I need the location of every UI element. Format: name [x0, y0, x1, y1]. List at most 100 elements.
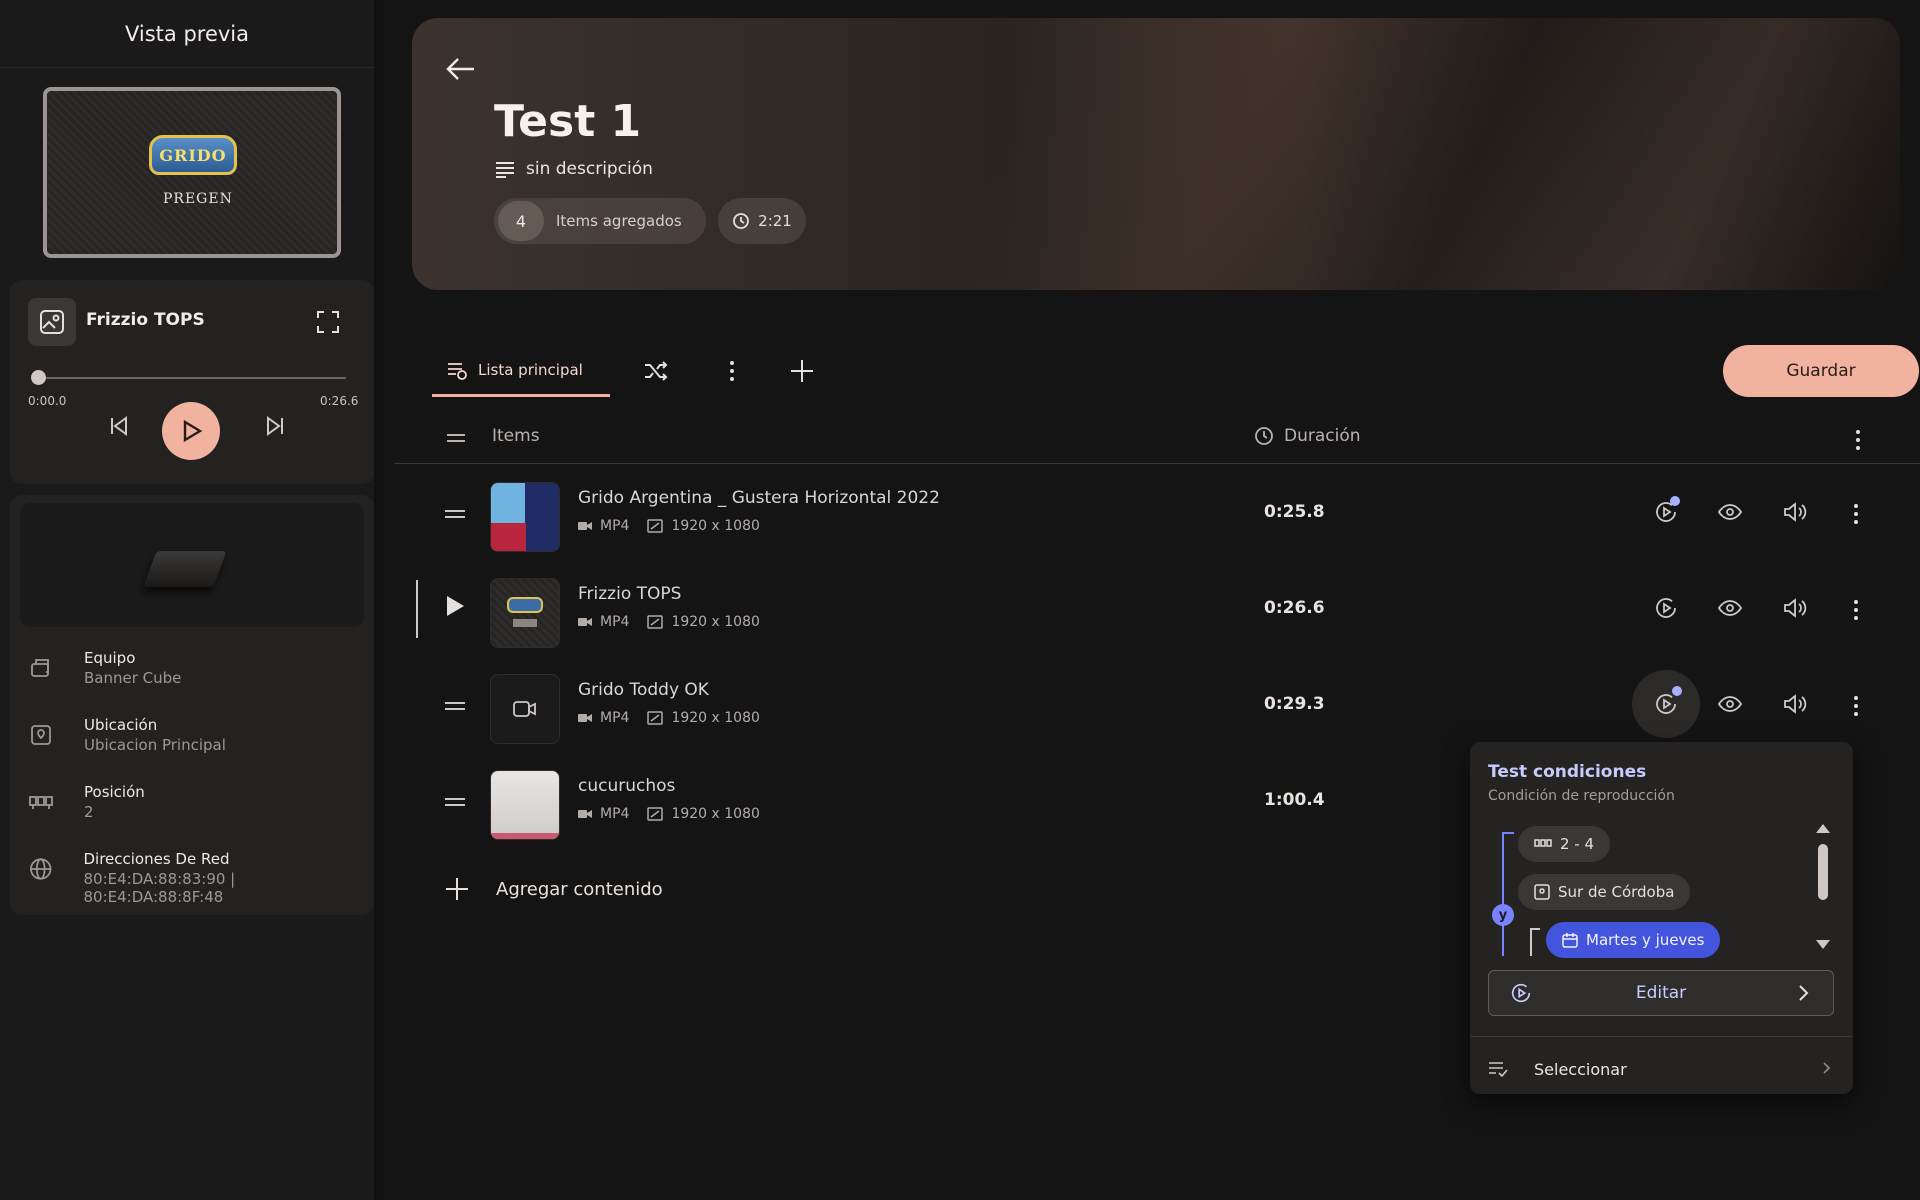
volume-icon[interactable] [1774, 684, 1814, 724]
more-vertical-icon[interactable] [1844, 426, 1872, 458]
row-resolution: 1920 x 1080 [671, 710, 760, 726]
description-row: sin descripción [494, 158, 653, 180]
visibility-eye-icon[interactable] [1710, 684, 1750, 724]
column-duration-label: Duración [1284, 426, 1361, 446]
video-placeholder-icon [513, 701, 536, 717]
scroll-down-icon[interactable] [1816, 940, 1830, 949]
playlist-icon [448, 362, 467, 380]
grido-logo-sub: PREGEN [163, 191, 233, 207]
preview-screen: GRIDO PREGEN [43, 87, 341, 258]
time-end: 0:26.6 [320, 394, 359, 408]
player-title: Frizzio TOPS [86, 310, 205, 330]
popup-title: Test condiciones [1488, 762, 1647, 782]
play-icon [183, 419, 203, 443]
progress-knob[interactable] [31, 370, 46, 385]
condition-chip-schedule[interactable]: Martes y jueves [1546, 922, 1721, 958]
row-meta: MP4 1920 x 1080 [578, 806, 760, 822]
conditions-icon [1509, 981, 1533, 1010]
items-count: 4 [498, 201, 544, 241]
visibility-eye-icon[interactable] [1710, 492, 1750, 532]
conditions-icon[interactable] [1632, 670, 1700, 738]
description-icon [496, 162, 514, 178]
row-actions [1646, 492, 1814, 532]
drag-handle-icon[interactable] [444, 698, 466, 717]
add-tab-icon[interactable] [788, 357, 816, 389]
sub-condition-bracket [1530, 928, 1540, 956]
row-title: cucuruchos [578, 776, 676, 796]
shuffle-icon[interactable] [642, 357, 670, 389]
row-more-icon[interactable] [1842, 596, 1870, 628]
tab-main-list[interactable]: Lista principal [432, 345, 610, 397]
chevron-right-icon [1818, 1060, 1834, 1080]
row-duration: 0:29.3 [1264, 694, 1325, 714]
scroll-up-icon[interactable] [1816, 824, 1830, 833]
map-icon [31, 725, 51, 745]
tab-main-label: Lista principal [478, 360, 583, 379]
next-icon[interactable] [262, 413, 288, 443]
image-icon [28, 298, 76, 346]
condition-label: 2 - 4 [1560, 835, 1595, 853]
position-icon [1534, 839, 1552, 847]
row-thumbnail [490, 770, 560, 840]
fullscreen-icon[interactable] [316, 310, 340, 338]
device-info-equipo: Equipo Banner Cube [28, 649, 181, 687]
row-meta: MP4 1920 x 1080 [578, 710, 760, 726]
select-option[interactable]: Seleccionar [1488, 1052, 1834, 1086]
drag-handle-icon[interactable] [444, 506, 466, 525]
condition-chip-position[interactable]: 2 - 4 [1518, 826, 1611, 862]
volume-icon[interactable] [1774, 492, 1814, 532]
device-image [20, 503, 364, 627]
edit-conditions-button[interactable]: Editar [1488, 970, 1834, 1016]
info-label: Equipo [84, 649, 136, 667]
time-start: 0:00.0 [28, 394, 67, 408]
conditions-icon[interactable] [1646, 492, 1686, 532]
table-row[interactable]: Frizzio TOPS MP4 1920 x 1080 0:26.6 [394, 570, 1920, 650]
tabs-row: Lista principal Guardar [432, 345, 1919, 399]
save-button[interactable]: Guardar [1723, 345, 1919, 397]
description-text: sin descripción [526, 159, 653, 179]
row-more-icon[interactable] [1842, 500, 1870, 532]
play-row-icon[interactable] [444, 594, 466, 622]
operator-badge: y [1492, 904, 1514, 926]
video-icon [578, 810, 592, 818]
plus-icon [446, 878, 468, 900]
grido-logo-text: GRIDO [159, 145, 227, 165]
info-label: Ubicación [84, 716, 158, 734]
player-card: Frizzio TOPS 0:00.0 0:26.6 [10, 280, 374, 484]
map-icon [1534, 884, 1550, 900]
add-content-button[interactable]: Agregar contenido [444, 876, 663, 902]
row-thumbnail [490, 674, 560, 744]
row-actions [1632, 670, 1814, 738]
column-items: Items [492, 426, 540, 446]
info-value: 2 [84, 803, 94, 821]
table-row[interactable]: Grido Argentina _ Gustera Horizontal 202… [394, 474, 1920, 554]
condition-chip-location[interactable]: Sur de Córdoba [1518, 874, 1691, 910]
info-value: 80:E4:DA:88:83:90 | 80:E4:DA:88:8F:48 [83, 870, 236, 906]
play-button[interactable] [162, 402, 220, 460]
items-count-chip: 4 Items agregados [494, 198, 706, 244]
row-thumbnail [490, 578, 560, 648]
row-more-icon[interactable] [1842, 692, 1870, 724]
info-value: Banner Cube [84, 669, 182, 687]
clock-icon [1255, 427, 1273, 445]
popup-divider [1470, 1036, 1853, 1037]
video-icon [578, 522, 592, 530]
select-label: Seleccionar [1534, 1059, 1627, 1079]
progress-track[interactable] [38, 377, 346, 379]
row-duration: 0:26.6 [1264, 598, 1325, 618]
info-value: Ubicacion Principal [84, 736, 226, 754]
previous-icon[interactable] [106, 413, 132, 443]
more-vertical-icon[interactable] [718, 357, 746, 389]
row-format: MP4 [600, 710, 630, 726]
scroll-thumb[interactable] [1818, 844, 1828, 900]
conditions-icon[interactable] [1646, 588, 1686, 628]
visibility-eye-icon[interactable] [1710, 588, 1750, 628]
back-arrow-icon[interactable] [444, 52, 478, 90]
popup-scrollbar[interactable] [1816, 824, 1830, 954]
total-time-chip: 2:21 [718, 198, 806, 244]
volume-icon[interactable] [1774, 588, 1814, 628]
preview-sidebar: Vista previa GRIDO PREGEN Frizzio TOPS 0… [0, 0, 384, 1200]
drag-handle-icon[interactable] [444, 794, 466, 813]
playing-indicator [416, 580, 418, 638]
table-row[interactable]: Grido Toddy OK MP4 1920 x 1080 0:29.3 [394, 666, 1920, 746]
